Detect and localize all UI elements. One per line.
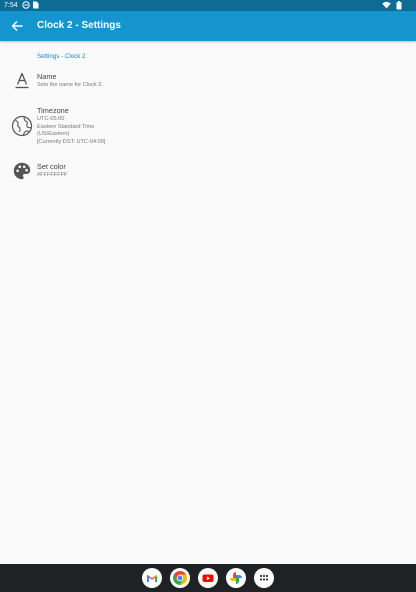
page-title: Clock 2 - Settings bbox=[37, 20, 121, 31]
preference-summary: #FFFFFFFF bbox=[37, 172, 68, 178]
wifi-icon bbox=[382, 1, 391, 9]
dock-app-drawer[interactable] bbox=[254, 568, 274, 588]
preference-summary-line: (US/Eastern) bbox=[37, 131, 70, 137]
status-bar: 7:54 bbox=[0, 0, 416, 11]
preference-title: Set color bbox=[37, 162, 66, 171]
app-drawer-icon bbox=[259, 574, 269, 581]
back-button[interactable] bbox=[8, 17, 26, 35]
palette-icon bbox=[13, 162, 31, 180]
preference-summary-line: Eastern Standard Time bbox=[37, 123, 95, 130]
status-time: 7:54 bbox=[4, 2, 18, 9]
preference-summary: Sets the name for Clock 2. bbox=[37, 82, 103, 88]
photos-icon bbox=[230, 572, 242, 584]
font-a-icon bbox=[15, 72, 29, 89]
youtube-icon bbox=[202, 574, 214, 582]
dock-photos[interactable] bbox=[226, 568, 246, 588]
section-header: Settings - Clock 2 bbox=[37, 53, 86, 60]
globe-icon bbox=[11, 115, 33, 137]
dock-chrome[interactable] bbox=[170, 568, 190, 588]
preference-title: Timezone bbox=[37, 106, 69, 115]
navigation-bar bbox=[0, 564, 416, 592]
battery-icon bbox=[396, 1, 402, 10]
preference-summary-line: [Currently DST: UTC-04:00] bbox=[37, 138, 106, 145]
dock-gmail[interactable] bbox=[142, 568, 162, 588]
preference-name[interactable]: Name Sets the name for Clock 2. bbox=[0, 72, 416, 96]
dock-youtube[interactable] bbox=[198, 568, 218, 588]
preference-title: Name bbox=[37, 72, 57, 81]
preference-set-color[interactable]: Set color #FFFFFFFF bbox=[0, 162, 416, 186]
gmail-icon bbox=[147, 574, 157, 582]
notification-dnd-icon bbox=[22, 1, 30, 9]
preference-timezone[interactable]: Timezone UTC-05:00 Eastern Standard Time… bbox=[0, 106, 416, 150]
preference-summary-line: UTC-05:00 bbox=[37, 116, 65, 122]
chrome-icon bbox=[173, 571, 187, 585]
arrow-back-icon bbox=[11, 21, 23, 31]
app-bar: Clock 2 - Settings bbox=[0, 11, 416, 41]
sim-card-icon bbox=[33, 1, 39, 9]
